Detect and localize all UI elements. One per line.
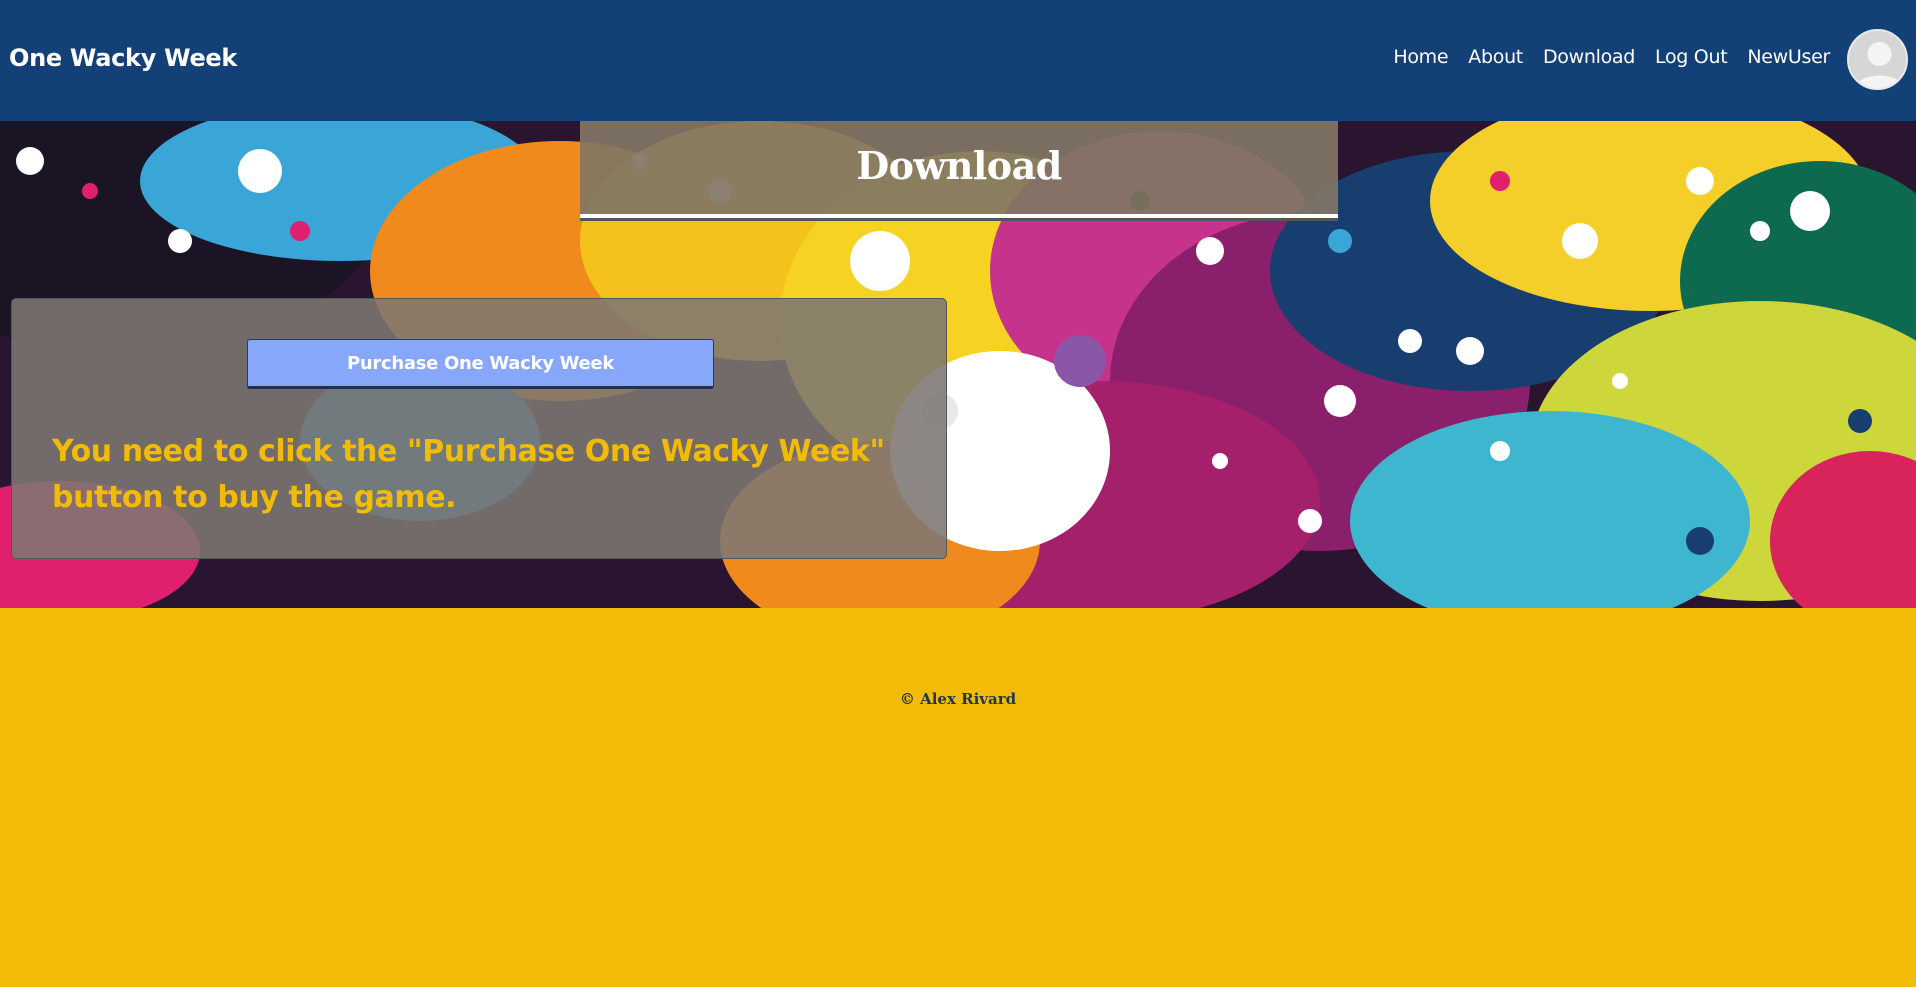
purchase-notice: You need to click the "Purchase One Wack… [52,434,885,515]
page-title: Download [856,143,1062,188]
nav-username-link[interactable]: NewUser [1747,46,1830,68]
copyright-text: © Alex Rivard [899,690,1017,708]
navbar: One Wacky Week Home About Download Log O… [0,0,1916,121]
nav-home-link[interactable]: Home [1393,46,1448,68]
nav-download-link[interactable]: Download [1543,46,1635,68]
user-silhouette-icon [1849,31,1906,88]
purchase-panel: Purchase One Wacky Week You need to clic… [11,298,947,559]
nav-links: Home About Download Log Out NewUser [1393,46,1830,68]
nav-logout-link[interactable]: Log Out [1655,46,1728,68]
page-title-box: Download [580,121,1338,218]
purchase-button[interactable]: Purchase One Wacky Week [247,339,714,389]
footer: © Alex Rivard [0,608,1916,987]
user-avatar-icon[interactable] [1847,29,1908,90]
nav-about-link[interactable]: About [1468,46,1523,68]
brand-title[interactable]: One Wacky Week [9,44,237,72]
hero-section: Download Purchase One Wacky Week You nee… [0,121,1916,608]
